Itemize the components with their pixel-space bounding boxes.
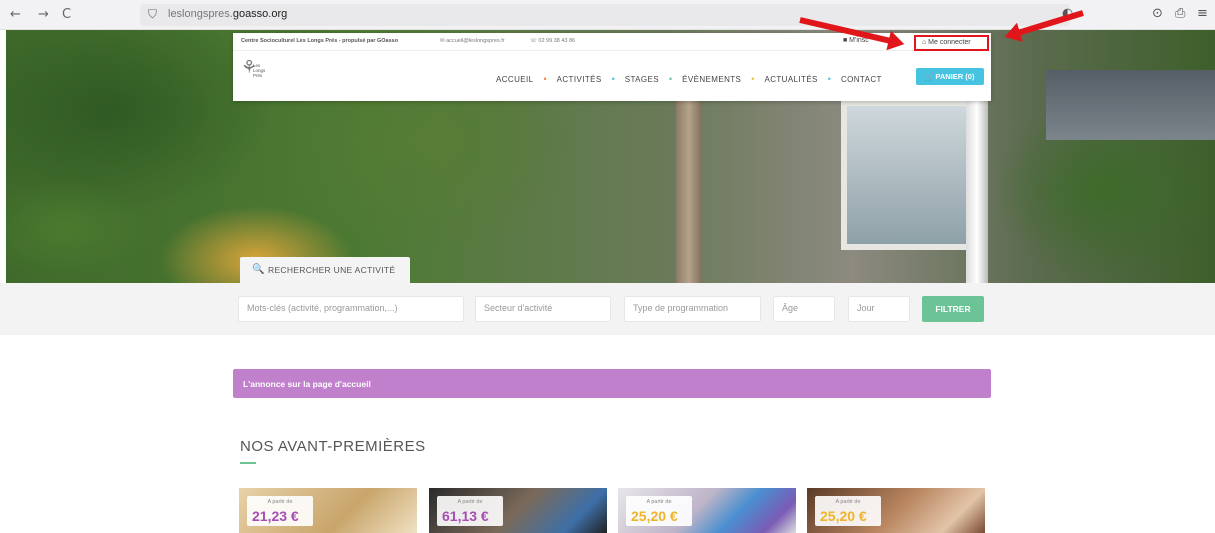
menu-separator: • <box>751 74 755 84</box>
price-badge: A partir de 25,20 € <box>815 496 881 526</box>
cart-button[interactable]: 🛒 PANIER (0) <box>916 68 984 85</box>
share-icon[interactable]: ⎙ <box>1175 6 1185 21</box>
menu-icon[interactable]: ≡ <box>1197 6 1208 21</box>
price-value: 25,20 € <box>631 508 678 524</box>
email-link[interactable]: ✉ accueil@leslongspres.fr <box>440 38 505 44</box>
org-name: Centre Socioculturel Les Longs Prés - pr… <box>241 38 399 44</box>
filter-button[interactable]: FILTRER <box>922 296 984 322</box>
price-value: 21,23 € <box>252 508 299 524</box>
menu-item-activites[interactable]: ACTIVITÉS <box>557 75 602 84</box>
menu-item-actualites[interactable]: ACTUALITÉS <box>764 75 817 84</box>
main-menu: ACCUEIL • ACTIVITÉS • STAGES • ÉVÈNEMENT… <box>496 73 882 85</box>
menu-item-stages[interactable]: STAGES <box>625 75 659 84</box>
site-header: Centre Socioculturel Les Longs Prés - pr… <box>233 33 991 101</box>
activity-card[interactable]: A partir de 21,23 € <box>239 488 417 533</box>
hero-roof <box>1046 70 1215 140</box>
phone-link[interactable]: ☏ 02 99 38 43 86 <box>530 38 575 44</box>
price-from-label: A partir de <box>267 499 293 505</box>
search-tab-label: RECHERCHER UNE ACTIVITÉ <box>268 265 396 275</box>
back-icon[interactable]: ← <box>10 7 21 22</box>
price-from-label: A partir de <box>457 499 483 505</box>
shield-icon: ⛉ <box>148 7 158 21</box>
price-value: 25,20 € <box>820 508 867 524</box>
menu-separator: • <box>611 74 615 84</box>
activity-card[interactable]: A partir de 61,13 € <box>429 488 607 533</box>
profile-icon[interactable]: ⊙ <box>1152 6 1163 21</box>
search-tab[interactable]: 🔍 RECHERCHER UNE ACTIVITÉ <box>240 257 410 284</box>
activity-card[interactable]: A partir de 25,20 € <box>618 488 796 533</box>
menu-item-accueil[interactable]: ACCUEIL <box>496 75 533 84</box>
sector-select[interactable]: Secteur d'activité <box>475 296 611 322</box>
section-title: NOS AVANT-PREMIÈRES <box>240 438 426 455</box>
hero-window <box>841 100 981 250</box>
activity-card[interactable]: A partir de 25,20 € <box>807 488 985 533</box>
announcement-text: L'annonce sur la page d'accueil <box>243 379 371 389</box>
menu-separator: • <box>543 74 547 84</box>
address-bar[interactable]: ⛉ leslongspres.goasso.org <box>140 4 1070 26</box>
section-underline <box>240 462 256 464</box>
logo-text: Les Longs Prés <box>253 63 266 78</box>
price-value: 61,13 € <box>442 508 489 524</box>
reload-icon[interactable]: C <box>62 7 71 22</box>
login-link[interactable]: ⌂ Me connecter <box>914 35 989 51</box>
forward-icon[interactable]: → <box>38 7 49 22</box>
age-select[interactable]: Âge <box>773 296 835 322</box>
price-from-label: A partir de <box>646 499 672 505</box>
hero-wood-post <box>676 70 702 283</box>
menu-separator: • <box>669 74 673 84</box>
menu-item-contact[interactable]: CONTACT <box>841 75 882 84</box>
url-text: leslongspres.goasso.org <box>168 8 288 20</box>
programming-type-select[interactable]: Type de programmation <box>624 296 761 322</box>
announcement-banner: L'annonce sur la page d'accueil <box>233 369 991 398</box>
price-badge: A partir de 61,13 € <box>437 496 503 526</box>
price-badge: A partir de 21,23 € <box>247 496 313 526</box>
site-logo[interactable]: ⚘ Les Longs Prés <box>241 55 275 95</box>
price-badge: A partir de 25,20 € <box>626 496 692 526</box>
keywords-input[interactable]: Mots-clés (activité, programmation,...) <box>238 296 464 322</box>
menu-separator: • <box>827 74 831 84</box>
day-select[interactable]: Jour <box>848 296 910 322</box>
price-from-label: A partir de <box>835 499 861 505</box>
search-icon: 🔍 <box>252 264 265 275</box>
menu-item-evenements[interactable]: ÉVÈNEMENTS <box>682 75 741 84</box>
